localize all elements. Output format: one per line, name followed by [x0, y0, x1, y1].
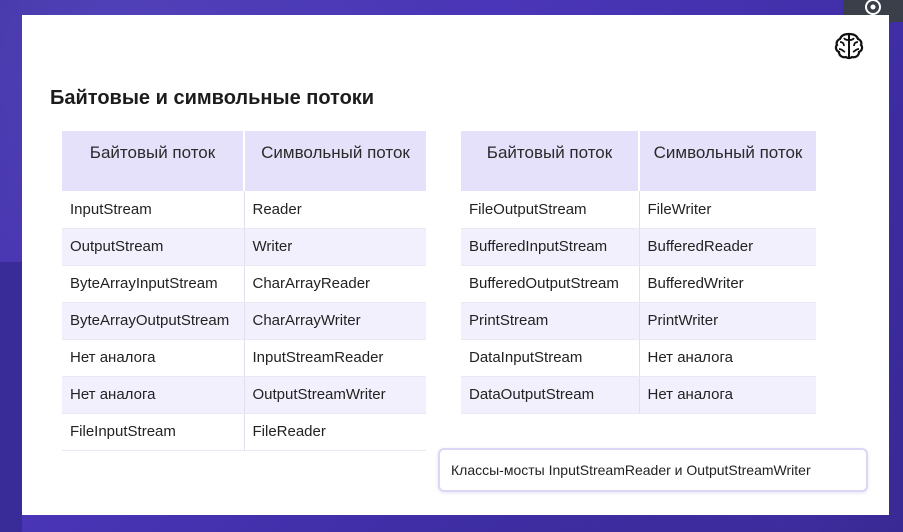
table-row: FileOutputStream FileWriter: [461, 191, 816, 229]
char-stream-cell: OutputStreamWriter: [243, 376, 426, 414]
char-stream-cell: BufferedWriter: [638, 265, 816, 303]
byte-stream-cell: Нет аналога: [62, 339, 244, 377]
byte-stream-cell: ByteArrayInputStream: [62, 265, 244, 303]
table-row: InputStream Reader: [62, 191, 426, 229]
table-row: Нет аналога OutputStreamWriter: [62, 376, 426, 414]
char-stream-cell: CharArrayReader: [243, 265, 426, 303]
bridge-classes-note-text: Классы-мосты InputStreamReader и OutputS…: [451, 462, 811, 478]
table-row: ByteArrayOutputStream CharArrayWriter: [62, 302, 426, 340]
table-row: DataInputStream Нет аналога: [461, 339, 816, 377]
byte-stream-cell: OutputStream: [62, 228, 244, 266]
background-notch: [0, 262, 22, 532]
byte-stream-cell: BufferedOutputStream: [461, 265, 639, 303]
char-stream-cell: FileWriter: [638, 191, 816, 229]
byte-stream-cell: BufferedInputStream: [461, 228, 639, 266]
slide-title: Байтовые и символьные потоки: [50, 87, 375, 109]
column-header-char-stream: Символьный поток: [243, 131, 426, 191]
table-header-row: Байтовый поток Символьный поток: [62, 131, 426, 191]
byte-stream-cell: Нет аналога: [62, 376, 244, 414]
table-row: ByteArrayInputStream CharArrayReader: [62, 265, 426, 303]
table-row: FileInputStream FileReader: [62, 413, 426, 451]
table-row: PrintStream PrintWriter: [461, 302, 816, 340]
table-row: Нет аналога InputStreamReader: [62, 339, 426, 377]
char-stream-cell: FileReader: [243, 413, 426, 451]
byte-stream-cell: FileOutputStream: [461, 191, 639, 229]
column-header-byte-stream: Байтовый поток: [461, 131, 639, 191]
char-stream-cell: Нет аналога: [638, 339, 816, 377]
table-row: OutputStream Writer: [62, 228, 426, 266]
table-row: BufferedInputStream BufferedReader: [461, 228, 816, 266]
byte-stream-cell: InputStream: [62, 191, 244, 229]
byte-stream-cell: DataOutputStream: [461, 376, 639, 414]
byte-stream-cell: DataInputStream: [461, 339, 639, 377]
right-streams-table: Байтовый поток Символьный поток FileOutp…: [461, 131, 816, 414]
table-header-row: Байтовый поток Символьный поток: [461, 131, 816, 191]
column-header-byte-stream: Байтовый поток: [62, 131, 244, 191]
table-row: BufferedOutputStream BufferedWriter: [461, 265, 816, 303]
char-stream-cell: InputStreamReader: [243, 339, 426, 377]
bridge-classes-note: Классы-мосты InputStreamReader и OutputS…: [438, 448, 868, 492]
char-stream-cell: BufferedReader: [638, 228, 816, 266]
table-row: DataOutputStream Нет аналога: [461, 376, 816, 414]
char-stream-cell: Reader: [243, 191, 426, 229]
brain-logo-icon: [834, 32, 864, 60]
char-stream-cell: CharArrayWriter: [243, 302, 426, 340]
byte-stream-cell: FileInputStream: [62, 413, 244, 451]
byte-stream-cell: ByteArrayOutputStream: [62, 302, 244, 340]
slide: Байтовые и символьные потоки Байтовый по…: [22, 15, 889, 515]
left-streams-table: Байтовый поток Символьный поток InputStr…: [62, 131, 426, 451]
column-header-char-stream: Символьный поток: [638, 131, 816, 191]
char-stream-cell: PrintWriter: [638, 302, 816, 340]
byte-stream-cell: PrintStream: [461, 302, 639, 340]
char-stream-cell: Writer: [243, 228, 426, 266]
char-stream-cell: Нет аналога: [638, 376, 816, 414]
